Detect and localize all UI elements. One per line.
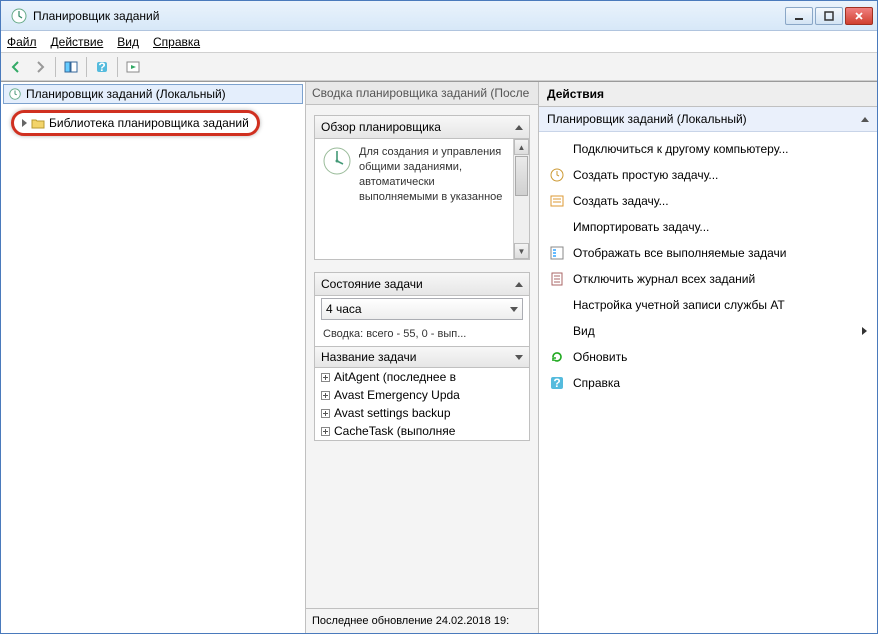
action-disable-log[interactable]: Отключить журнал всех заданий [539,266,877,292]
collapse-icon [515,125,523,130]
task-item[interactable]: Avast Emergency Upda [315,386,529,404]
chevron-down-icon [515,355,523,360]
tree-root-node[interactable]: Планировщик заданий (Локальный) [3,84,303,104]
clock-icon [8,87,22,101]
menubar: Файл Действие Вид Справка [1,31,877,53]
actions-section-label: Планировщик заданий (Локальный) [547,112,747,126]
actions-section-header[interactable]: Планировщик заданий (Локальный) [539,107,877,132]
menu-file[interactable]: Файл [7,35,37,49]
summary-footer: Последнее обновление 24.02.2018 19: [306,608,538,633]
menu-view[interactable]: Вид [117,35,139,49]
blank-icon [549,323,565,339]
expand-icon[interactable] [321,427,330,436]
folder-icon [31,116,45,130]
maximize-button[interactable] [815,7,843,25]
toolbar-divider [55,57,56,77]
actions-title: Действия [539,82,877,107]
toolbar-divider [117,57,118,77]
running-tasks-icon [549,245,565,261]
refresh-icon [549,349,565,365]
action-create-task[interactable]: Создать задачу... [539,188,877,214]
show-hide-tree-button[interactable] [60,56,82,78]
action-help[interactable]: ? Справка [539,370,877,396]
help-icon: ? [549,375,565,391]
simple-task-icon [549,167,565,183]
action-show-running[interactable]: Отображать все выполняемые задачи [539,240,877,266]
blank-icon [549,297,565,313]
action-connect[interactable]: Подключиться к другому компьютеру... [539,136,877,162]
tree-library-node[interactable]: Библиотека планировщика заданий [22,116,249,130]
clock-icon [321,145,353,177]
summary-header: Сводка планировщика заданий (После [306,82,538,105]
task-scheduler-window: Планировщик заданий Файл Действие Вид Сп… [0,0,878,634]
task-list: Название задачи AitAgent (последнее в Av… [315,346,529,440]
expand-icon[interactable] [321,409,330,418]
chevron-down-icon [510,307,518,312]
overview-text: Для создания и управления общими задания… [359,145,507,253]
menu-action[interactable]: Действие [51,35,104,49]
tree-root-label: Планировщик заданий (Локальный) [26,87,226,101]
task-status-title: Состояние задачи [321,277,423,291]
toolbar-divider [86,57,87,77]
run-button[interactable] [122,56,144,78]
minimize-button[interactable] [785,7,813,25]
help-button[interactable]: ? [91,56,113,78]
collapse-icon [861,117,869,122]
svg-text:?: ? [553,376,560,390]
expand-icon[interactable] [22,119,27,127]
highlight-annotation: Библиотека планировщика заданий [11,110,260,136]
submenu-arrow-icon [862,327,867,335]
tasklist-header-label: Название задачи [321,350,417,364]
titlebar: Планировщик заданий [1,1,877,31]
overview-scrollbar[interactable]: ▲ ▼ [513,139,529,259]
close-button[interactable] [845,7,873,25]
tree-panel: Планировщик заданий (Локальный) Библиоте… [1,82,306,633]
action-view-submenu[interactable]: Вид [539,318,877,344]
action-refresh[interactable]: Обновить [539,344,877,370]
scroll-up-button[interactable]: ▲ [514,139,529,155]
period-value: 4 часа [326,302,362,316]
tree-library-label: Библиотека планировщика заданий [49,116,249,130]
action-import-task[interactable]: Импортировать задачу... [539,214,877,240]
task-item[interactable]: AitAgent (последнее в [315,368,529,386]
scroll-thumb[interactable] [515,156,528,196]
summary-panel: Сводка планировщика заданий (После Обзор… [306,82,539,633]
action-create-simple-task[interactable]: Создать простую задачу... [539,162,877,188]
actions-panel: Действия Планировщик заданий (Локальный)… [539,82,877,633]
expand-icon[interactable] [321,373,330,382]
log-off-icon [549,271,565,287]
overview-group-header[interactable]: Обзор планировщика [315,116,529,139]
collapse-icon [515,282,523,287]
menu-help[interactable]: Справка [153,35,200,49]
task-list-header[interactable]: Название задачи [315,347,529,368]
period-dropdown[interactable]: 4 часа [321,298,523,320]
window-title: Планировщик заданий [33,9,783,23]
forward-button[interactable] [29,56,51,78]
action-at-account[interactable]: Настройка учетной записи службы AT [539,292,877,318]
back-button[interactable] [5,56,27,78]
connect-icon [549,141,565,157]
expand-icon[interactable] [321,391,330,400]
stats-line: Сводка: всего - 55, 0 - вып... [315,322,529,346]
import-icon [549,219,565,235]
overview-group: Обзор планировщика Для создания и управл… [314,115,530,260]
svg-text:?: ? [98,60,105,74]
app-clock-icon [11,8,27,24]
task-status-header[interactable]: Состояние задачи [315,273,529,296]
main-area: Планировщик заданий (Локальный) Библиоте… [1,81,877,633]
overview-title: Обзор планировщика [321,120,441,134]
scroll-down-button[interactable]: ▼ [514,243,529,259]
task-item[interactable]: CacheTask (выполняе [315,422,529,440]
toolbar: ? [1,53,877,81]
actions-list: Подключиться к другому компьютеру... Соз… [539,132,877,400]
task-icon [549,193,565,209]
task-item[interactable]: Avast settings backup [315,404,529,422]
task-status-group: Состояние задачи 4 часа Сводка: всего - … [314,272,530,441]
